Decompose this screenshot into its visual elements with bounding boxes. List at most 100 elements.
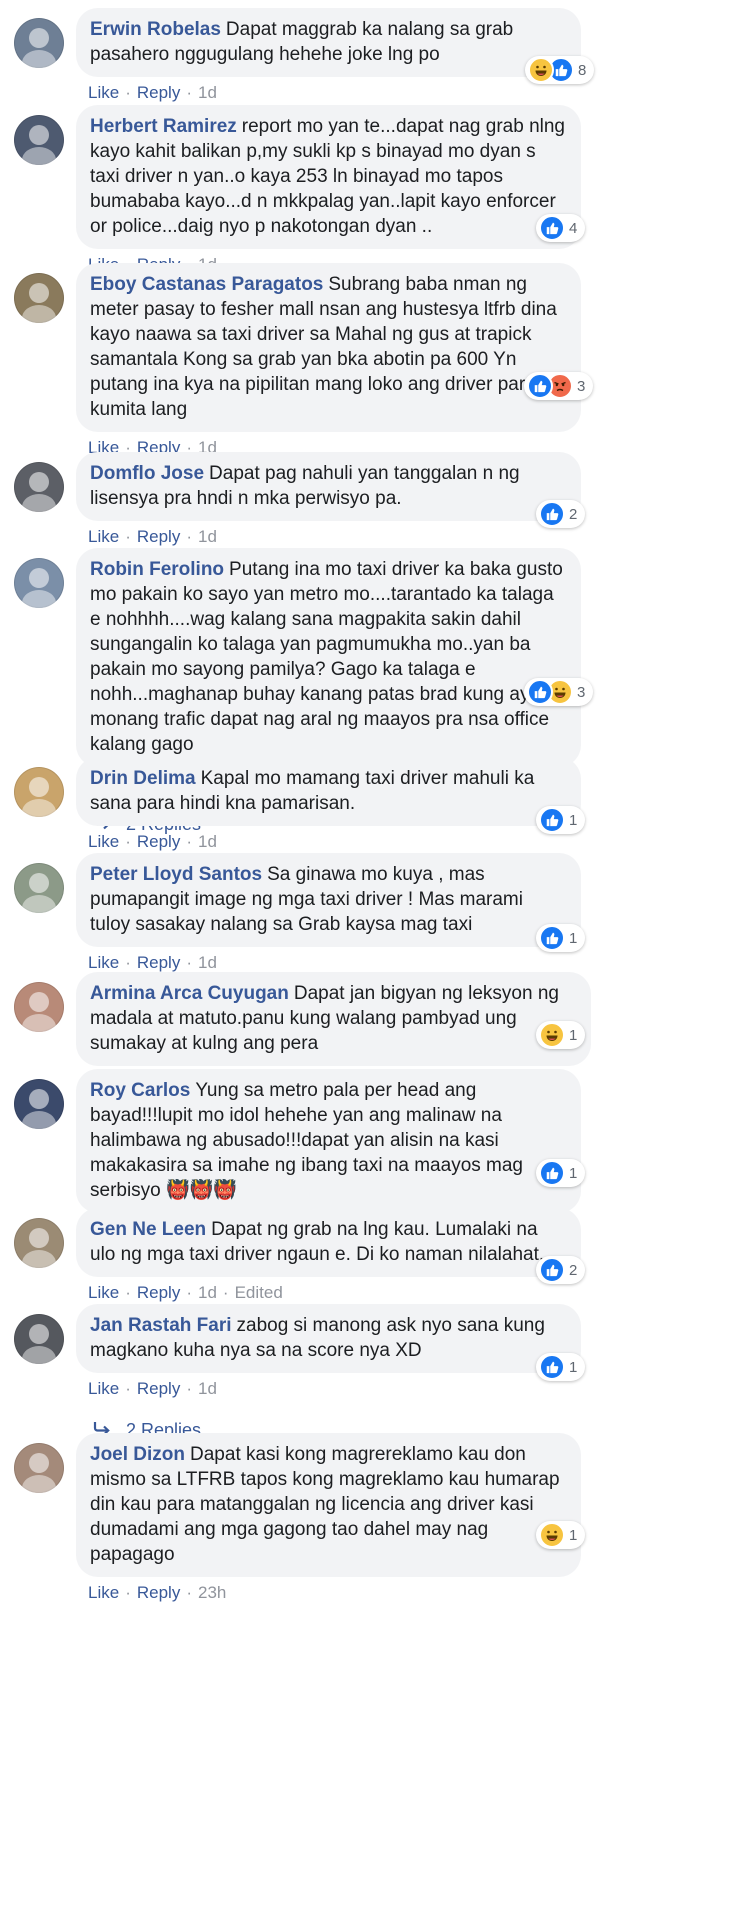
reply-button[interactable]: Reply xyxy=(137,527,180,546)
comment-author-link[interactable]: Armina Arca Cuyugan xyxy=(90,983,289,1004)
comment-author-link[interactable]: Gen Ne Leen xyxy=(90,1219,206,1240)
reaction-summary[interactable]: 8 xyxy=(525,56,595,84)
comment-timestamp[interactable]: 23h xyxy=(198,1583,226,1602)
separator-dot: · xyxy=(186,83,192,102)
separator-dot: · xyxy=(125,83,131,102)
reply-button[interactable]: Reply xyxy=(137,83,180,102)
separator-dot: · xyxy=(125,1583,131,1602)
comment-bubble: Herbert Ramirez report mo yan te...dapat … xyxy=(76,105,581,249)
comment-author-link[interactable]: Erwin Robelas xyxy=(90,19,221,40)
reaction-summary[interactable]: 3 xyxy=(524,372,594,400)
reaction-count: 1 xyxy=(569,1358,578,1376)
separator-dot: · xyxy=(186,1583,192,1602)
reaction-summary[interactable]: 3 xyxy=(524,678,594,706)
avatar[interactable] xyxy=(14,558,64,608)
comment-text: Subrang baba nman ng meter pasay to fesh… xyxy=(90,274,557,420)
haha-icon xyxy=(539,1522,565,1548)
separator-dot: · xyxy=(186,1379,192,1398)
comment-author-link[interactable]: Domflo Jose xyxy=(90,463,204,484)
comment-author-link[interactable]: Herbert Ramirez xyxy=(90,116,237,137)
comment-timestamp[interactable]: 1d xyxy=(198,832,217,851)
avatar[interactable] xyxy=(14,863,64,913)
comment-bubble: Jan Rastah Fari zabog si manong ask nyo s… xyxy=(76,1304,581,1373)
comment-author-link[interactable]: Joel Dizon xyxy=(90,1444,185,1465)
like-icon xyxy=(539,807,565,833)
reaction-summary[interactable]: 1 xyxy=(536,924,586,952)
avatar[interactable] xyxy=(14,1218,64,1268)
reaction-count: 1 xyxy=(569,1164,578,1182)
comment-bubble: Erwin Robelas Dapat maggrab ka nalang sa … xyxy=(76,8,581,77)
comment-author-link[interactable]: Eboy Castanas Paragatos xyxy=(90,274,323,295)
like-button[interactable]: Like xyxy=(88,953,119,972)
comment-actions: Like · Reply · 1d xyxy=(88,832,217,852)
comment-bubble: Gen Ne Leen Dapat ng grab na lng kau. Lum… xyxy=(76,1208,581,1277)
separator-dot: · xyxy=(125,832,131,851)
haha-icon xyxy=(539,1022,565,1048)
like-icon xyxy=(539,925,565,951)
like-icon xyxy=(539,215,565,241)
reply-button[interactable]: Reply xyxy=(137,953,180,972)
comment-author-link[interactable]: Roy Carlos xyxy=(90,1080,190,1101)
comment-bubble: Joel Dizon Dapat kasi kong magrereklamo k… xyxy=(76,1433,581,1577)
like-button[interactable]: Like xyxy=(88,527,119,546)
like-icon xyxy=(539,1354,565,1380)
separator-dot: · xyxy=(186,832,192,851)
like-button[interactable]: Like xyxy=(88,1283,119,1302)
like-button[interactable]: Like xyxy=(88,832,119,851)
comment-author-link[interactable]: Peter Lloyd Santos xyxy=(90,864,262,885)
comment-timestamp[interactable]: 1d xyxy=(198,527,217,546)
comment-actions: Like · Reply · 23h xyxy=(88,1583,226,1603)
separator-dot: · xyxy=(125,1379,131,1398)
reply-button[interactable]: Reply xyxy=(137,1379,180,1398)
reply-button[interactable]: Reply xyxy=(137,1283,180,1302)
like-button[interactable]: Like xyxy=(88,1379,119,1398)
edited-label[interactable]: Edited xyxy=(235,1283,283,1302)
avatar[interactable] xyxy=(14,982,64,1032)
separator-dot: · xyxy=(125,1283,131,1302)
comment-emoji: 👹👹👹 xyxy=(160,1180,238,1201)
reaction-summary[interactable]: 1 xyxy=(536,1159,586,1187)
avatar[interactable] xyxy=(14,18,64,68)
reaction-count: 1 xyxy=(569,811,578,829)
reaction-summary[interactable]: 1 xyxy=(536,1021,586,1049)
comment-timestamp[interactable]: 1d xyxy=(198,953,217,972)
avatar[interactable] xyxy=(14,273,64,323)
reaction-count: 1 xyxy=(569,1526,578,1544)
comment-bubble: Roy Carlos Yung sa metro pala per head an… xyxy=(76,1069,581,1213)
reaction-count: 1 xyxy=(569,1026,578,1044)
comment-timestamp[interactable]: 1d xyxy=(198,1283,217,1302)
like-button[interactable]: Like xyxy=(88,83,119,102)
separator-dot: · xyxy=(186,953,192,972)
avatar[interactable] xyxy=(14,1079,64,1129)
like-button[interactable]: Like xyxy=(88,1583,119,1602)
reaction-summary[interactable]: 4 xyxy=(536,214,586,242)
reaction-summary[interactable]: 2 xyxy=(536,500,586,528)
avatar[interactable] xyxy=(14,462,64,512)
comment-timestamp[interactable]: 1d xyxy=(198,83,217,102)
comment-author-link[interactable]: Jan Rastah Fari xyxy=(90,1315,232,1336)
comment-text: Putang ina mo taxi driver ka baka gusto … xyxy=(90,559,563,755)
reaction-summary[interactable]: 1 xyxy=(536,806,586,834)
comment-bubble: Armina Arca Cuyugan Dapat jan bigyan ng l… xyxy=(76,972,591,1066)
avatar[interactable] xyxy=(14,115,64,165)
comment-actions: Like · Reply · 1d xyxy=(88,83,217,103)
reply-button[interactable]: Reply xyxy=(137,1583,180,1602)
avatar[interactable] xyxy=(14,767,64,817)
comment-timestamp[interactable]: 1d xyxy=(198,1379,217,1398)
like-icon xyxy=(527,373,553,399)
reaction-summary[interactable]: 1 xyxy=(536,1521,586,1549)
comment-bubble: Domflo Jose Dapat pag nahuli yan tanggala… xyxy=(76,452,581,521)
comment-actions: Like · Reply · 1d xyxy=(88,527,217,547)
like-icon xyxy=(539,1257,565,1283)
reaction-count: 2 xyxy=(569,1261,578,1279)
comment-bubble: Drin Delima Kapal mo mamang taxi driver m… xyxy=(76,757,581,826)
comment-author-link[interactable]: Robin Ferolino xyxy=(90,559,224,580)
comment-author-link[interactable]: Drin Delima xyxy=(90,768,196,789)
avatar[interactable] xyxy=(14,1443,64,1493)
avatar[interactable] xyxy=(14,1314,64,1364)
reply-button[interactable]: Reply xyxy=(137,832,180,851)
reaction-summary[interactable]: 2 xyxy=(536,1256,586,1284)
comment-actions: Like · Reply · 1d xyxy=(88,1379,217,1399)
reaction-count: 4 xyxy=(569,219,578,237)
reaction-summary[interactable]: 1 xyxy=(536,1353,586,1381)
